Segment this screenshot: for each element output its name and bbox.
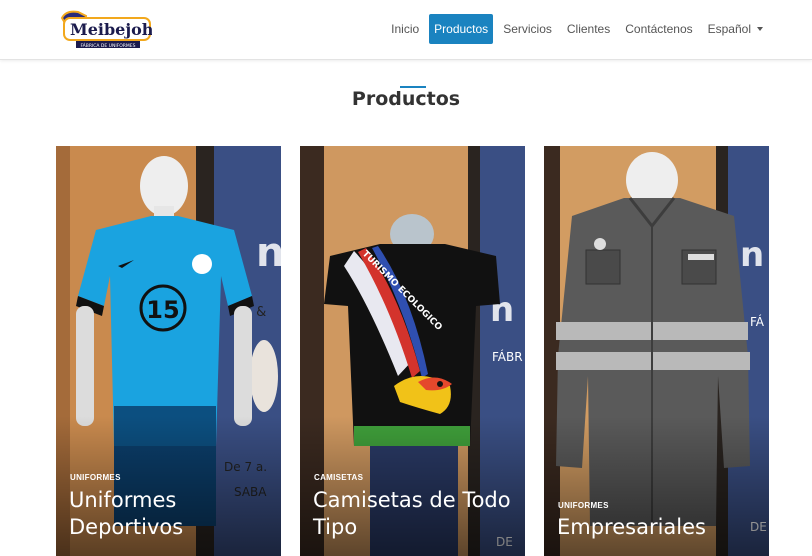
- product-title[interactable]: Empresariales: [557, 514, 762, 541]
- svg-text:15: 15: [146, 296, 179, 324]
- product-category: UNIFORMES: [70, 473, 121, 482]
- section-title: Productos: [351, 88, 461, 110]
- product-category: CAMISETAS: [314, 473, 364, 482]
- svg-text:FÁ: FÁ: [750, 314, 765, 329]
- svg-text:ne: ne: [256, 230, 281, 276]
- svg-text:FÁBRICA DE UNIFORMES: FÁBRICA DE UNIFORMES: [80, 42, 135, 49]
- product-category: UNIFORMES: [558, 501, 609, 510]
- product-title[interactable]: Camisetas de Todo Tipo: [313, 487, 518, 541]
- logo-graphic: Meibejohn FÁBRICA DE UNIFORMES: [60, 10, 152, 49]
- language-label: Español: [707, 22, 751, 36]
- svg-text:Meibejohn: Meibejohn: [70, 20, 152, 39]
- product-title[interactable]: Uniformes Deportivos: [69, 487, 274, 541]
- nav-productos[interactable]: Productos: [429, 14, 494, 44]
- svg-text:n: n: [740, 235, 764, 275]
- svg-text:FÁBR: FÁBR: [492, 349, 523, 364]
- product-card-empresariales[interactable]: n FÁ DE UNIFORMES Empresariales: [544, 146, 769, 556]
- product-card-camisetas[interactable]: n FÁBR DE TURISMO ECOLOGICO CAMISETAS Ca…: [300, 146, 525, 556]
- brand-logo[interactable]: Meibejohn FÁBRICA DE UNIFORMES: [56, 8, 152, 52]
- nav-servicios[interactable]: Servicios: [498, 14, 557, 44]
- nav-contactenos[interactable]: Contáctenos: [620, 14, 697, 44]
- nav-inicio[interactable]: Inicio: [386, 14, 424, 44]
- caret-down-icon: [757, 27, 763, 31]
- nav-clientes[interactable]: Clientes: [562, 14, 615, 44]
- main-nav: Inicio Productos Servicios Clientes Cont…: [381, 14, 768, 44]
- product-card-uniformes-deportivos[interactable]: ne CA & De 7 a. SABA 15 UNIFORMES Unifor…: [56, 146, 281, 556]
- language-dropdown[interactable]: Español: [703, 14, 768, 44]
- navbar: Meibejohn FÁBRICA DE UNIFORMES Inicio Pr…: [0, 0, 812, 60]
